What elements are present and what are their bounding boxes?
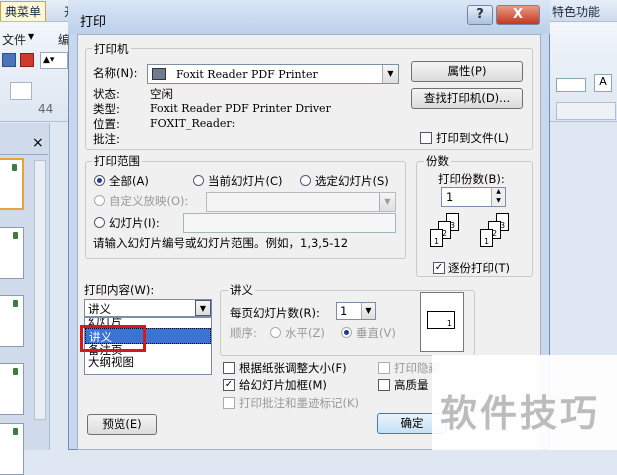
- preview-button[interactable]: 预览(E): [87, 414, 157, 435]
- where-value: FOXIT_Reader:: [150, 117, 236, 130]
- slide-thumbnail[interactable]: [0, 423, 24, 475]
- print-comments-checkbox[interactable]: [223, 397, 235, 409]
- range-custom-radio[interactable]: [94, 195, 105, 206]
- chevron-down-icon[interactable]: ▼: [379, 193, 395, 211]
- watermark-text: 软件技巧: [440, 392, 600, 435]
- slides-per-page-value: 1: [340, 304, 348, 318]
- printer-icon: [152, 68, 166, 80]
- handouts-group-label: 讲义: [228, 282, 255, 298]
- range-custom-label: 自定义放映(O):: [109, 194, 189, 208]
- range-slides-radio[interactable]: [94, 217, 105, 228]
- text-a-icon[interactable]: A: [594, 74, 612, 92]
- slide-thumbnail[interactable]: [0, 158, 24, 210]
- order-vertical-radio[interactable]: [341, 327, 352, 338]
- save-icon[interactable]: [2, 53, 16, 67]
- range-hint: 请输入幻灯片编号或幻灯片范围。例如，1,3,5-12: [93, 236, 349, 250]
- chevron-down-icon[interactable]: ▼: [382, 65, 398, 83]
- font-size-value[interactable]: 44: [38, 102, 53, 116]
- slides-range-input[interactable]: [183, 213, 396, 233]
- frame-slides-checkbox[interactable]: ✓: [223, 379, 235, 391]
- slide-thumbnail[interactable]: [0, 295, 24, 347]
- status-label: 状态:: [93, 87, 120, 101]
- highlight-box: [80, 325, 146, 352]
- chevron-down-icon[interactable]: ▼: [361, 303, 375, 319]
- type-value: Foxit Reader PDF Printer Driver: [150, 102, 331, 115]
- dialog-title: 打印: [80, 15, 107, 30]
- handout-preview: 1: [420, 292, 464, 352]
- type-label: 类型:: [93, 102, 120, 116]
- ribbon-dropdown[interactable]: [556, 102, 616, 120]
- printer-name-select[interactable]: Foxit Reader PDF Printer ▼: [147, 64, 399, 84]
- range-slides-label: 幻灯片(I):: [109, 216, 160, 230]
- handout-preview-slide: 1: [427, 311, 455, 329]
- range-current-radio[interactable]: [193, 175, 204, 186]
- high-quality-label: 高质量: [394, 378, 429, 392]
- slides-per-page-label: 每页幻灯片数(R):: [230, 306, 320, 320]
- tab-special-features[interactable]: 特色功能: [552, 3, 600, 20]
- scale-to-fit-label: 根据纸张调整大小(F): [239, 361, 347, 375]
- close-button[interactable]: X: [496, 5, 540, 25]
- print-content-select[interactable]: 讲义 ▼: [84, 299, 212, 317]
- custom-show-select[interactable]: ▼: [206, 192, 396, 212]
- range-group-label: 打印范围: [92, 153, 142, 169]
- range-current-label: 当前幻灯片(C): [208, 174, 283, 188]
- color-box[interactable]: [10, 82, 32, 100]
- spin-up-icon[interactable]: ▲: [491, 188, 505, 197]
- file-menu[interactable]: 文件: [2, 31, 26, 48]
- copies-spinner[interactable]: 1 ▲ ▼: [441, 187, 506, 207]
- print-content-label: 打印内容(W):: [84, 283, 155, 297]
- comment-label: 批注:: [93, 132, 120, 146]
- printer-group-label: 打印机: [92, 41, 131, 57]
- where-label: 位置:: [93, 117, 120, 131]
- list-item[interactable]: 大纲视图: [85, 356, 211, 370]
- paint-tool-icon[interactable]: ▲▾: [40, 52, 68, 69]
- range-all-radio[interactable]: [94, 175, 105, 186]
- order-label: 顺序:: [230, 326, 257, 340]
- pane-tabs[interactable]: ×: [0, 135, 48, 155]
- chevron-down-icon: ▼: [28, 32, 35, 41]
- copies-value: 1: [446, 190, 454, 204]
- chevron-down-icon[interactable]: ▼: [195, 300, 211, 316]
- range-all-label: 全部(A): [109, 174, 149, 188]
- copies-label: 打印份数(B):: [438, 172, 505, 186]
- printer-name-value: Foxit Reader PDF Printer: [176, 68, 318, 81]
- slides-per-page-select[interactable]: 1 ▼: [336, 302, 376, 320]
- print-hidden-checkbox[interactable]: [378, 362, 390, 374]
- range-selection-label: 选定幻灯片(S): [315, 174, 389, 188]
- spin-down-icon[interactable]: ▼: [491, 197, 505, 206]
- scale-to-fit-checkbox[interactable]: [223, 362, 235, 374]
- order-horizontal-radio[interactable]: [270, 327, 281, 338]
- printer-name-label: 名称(N):: [93, 66, 138, 80]
- align-icon[interactable]: [556, 78, 586, 92]
- print-to-file-checkbox[interactable]: [420, 132, 432, 144]
- frame-slides-label: 给幻灯片加框(M): [239, 378, 327, 392]
- status-value: 空闲: [150, 87, 173, 101]
- collate-illustration-1: 3 2 1: [426, 213, 476, 253]
- order-horizontal-label: 水平(Z): [285, 326, 325, 340]
- properties-button[interactable]: 属性(P): [411, 61, 523, 82]
- high-quality-checkbox[interactable]: [378, 379, 390, 391]
- print-to-file-label: 打印到文件(L): [436, 131, 509, 145]
- tab-classic-menu[interactable]: 典菜单: [0, 1, 47, 21]
- slide-thumbnail[interactable]: [0, 227, 24, 279]
- slide-thumbnail[interactable]: [0, 363, 24, 415]
- find-printer-button[interactable]: 查找打印机(D)...: [411, 88, 523, 109]
- print-comments-label: 打印批注和墨迹标记(K): [239, 396, 360, 410]
- collate-checkbox[interactable]: ✓: [433, 262, 445, 274]
- collate-label: 逐份打印(T): [448, 261, 510, 275]
- collate-illustration-2: 3 2 1: [476, 213, 526, 253]
- range-selection-radio[interactable]: [300, 175, 311, 186]
- order-vertical-label: 垂直(V): [356, 326, 396, 340]
- close-icon[interactable]: ×: [32, 135, 44, 151]
- pdf-icon[interactable]: [20, 53, 34, 67]
- pane-scrollbar[interactable]: [34, 160, 46, 420]
- print-content-value: 讲义: [88, 302, 111, 316]
- copies-group-label: 份数: [424, 153, 451, 169]
- help-button[interactable]: ?: [467, 5, 493, 25]
